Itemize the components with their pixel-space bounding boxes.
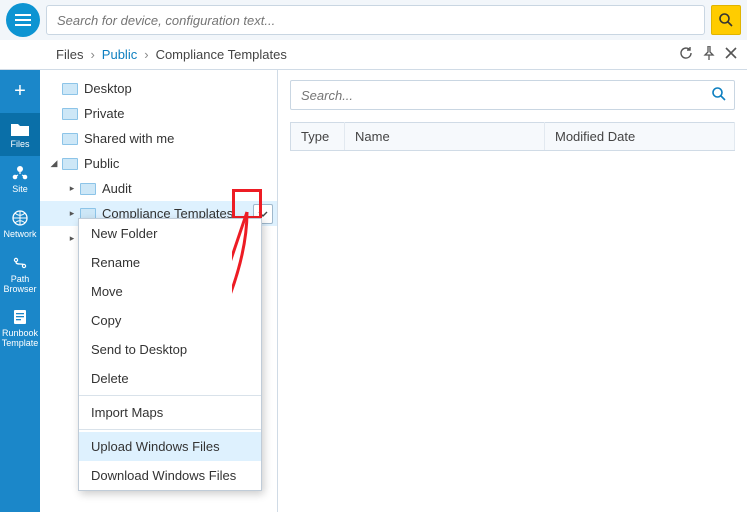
- context-menu: New Folder Rename Move Copy Send to Desk…: [78, 218, 262, 491]
- search-icon[interactable]: [711, 86, 727, 105]
- nav-files[interactable]: Files: [0, 113, 40, 156]
- expander-icon[interactable]: ▸: [66, 233, 78, 244]
- col-modified[interactable]: Modified Date: [545, 123, 735, 151]
- breadcrumb-separator: ›: [90, 47, 94, 62]
- breadcrumb-leaf: Compliance Templates: [156, 47, 287, 62]
- folder-icon: [62, 133, 78, 145]
- breadcrumb: Files › Public › Compliance Templates: [0, 40, 747, 70]
- tree-label: Shared with me: [84, 131, 277, 146]
- nav-site-label: Site: [0, 185, 40, 195]
- tree-item-public[interactable]: ◢ Public: [40, 151, 277, 176]
- nav-rail: + Files Site Network Path Browser Runboo…: [0, 70, 40, 512]
- ctx-copy[interactable]: Copy: [79, 306, 261, 335]
- col-name[interactable]: Name: [345, 123, 545, 151]
- nav-runbook[interactable]: Runbook Template: [0, 300, 40, 355]
- tree-label: Audit: [102, 181, 277, 196]
- nav-path-browser[interactable]: Path Browser: [0, 246, 40, 301]
- nav-files-label: Files: [0, 140, 40, 150]
- nav-path-label: Path Browser: [0, 275, 40, 295]
- nav-site[interactable]: Site: [0, 156, 40, 201]
- tree-item-shared[interactable]: Shared with me: [40, 126, 277, 151]
- tree-item-desktop[interactable]: Desktop: [40, 76, 277, 101]
- expander-icon[interactable]: ▸: [66, 183, 78, 194]
- folder-icon: [62, 83, 78, 95]
- ctx-rename[interactable]: Rename: [79, 248, 261, 277]
- ctx-move[interactable]: Move: [79, 277, 261, 306]
- menu-separator: [79, 395, 261, 396]
- tree-label: Private: [84, 106, 277, 121]
- ctx-import-maps[interactable]: Import Maps: [79, 398, 261, 427]
- file-table: Type Name Modified Date: [290, 122, 735, 151]
- breadcrumb-root[interactable]: Files: [56, 47, 83, 62]
- col-type[interactable]: Type: [291, 123, 345, 151]
- nav-network-label: Network: [0, 230, 40, 240]
- refresh-icon[interactable]: [679, 46, 693, 63]
- global-search-button[interactable]: [711, 5, 741, 35]
- expander-icon[interactable]: ◢: [48, 158, 60, 169]
- menu-separator: [79, 429, 261, 430]
- folder-icon: [62, 108, 78, 120]
- tree-item-audit[interactable]: ▸ Audit: [40, 176, 277, 201]
- ctx-send-desktop[interactable]: Send to Desktop: [79, 335, 261, 364]
- tree-label: Public: [84, 156, 277, 171]
- breadcrumb-public[interactable]: Public: [102, 47, 137, 62]
- close-icon[interactable]: [725, 47, 737, 62]
- ctx-delete[interactable]: Delete: [79, 364, 261, 393]
- nav-network[interactable]: Network: [0, 201, 40, 246]
- ctx-download-windows-files[interactable]: Download Windows Files: [79, 461, 261, 490]
- content-panel: Type Name Modified Date: [278, 70, 747, 512]
- pin-icon[interactable]: [703, 46, 715, 63]
- folder-icon: [62, 158, 78, 170]
- hamburger-menu[interactable]: [6, 3, 40, 37]
- content-search-input[interactable]: [290, 80, 735, 110]
- folder-icon: [80, 183, 96, 195]
- ctx-upload-windows-files[interactable]: Upload Windows Files: [79, 432, 261, 461]
- expander-icon[interactable]: ▸: [66, 208, 78, 219]
- tree-label: Desktop: [84, 81, 277, 96]
- global-search-input[interactable]: [46, 5, 705, 35]
- add-button[interactable]: +: [14, 70, 26, 113]
- tree-item-private[interactable]: Private: [40, 101, 277, 126]
- ctx-new-folder[interactable]: New Folder: [79, 219, 261, 248]
- nav-runbook-label: Runbook Template: [0, 329, 40, 349]
- breadcrumb-separator: ›: [144, 47, 148, 62]
